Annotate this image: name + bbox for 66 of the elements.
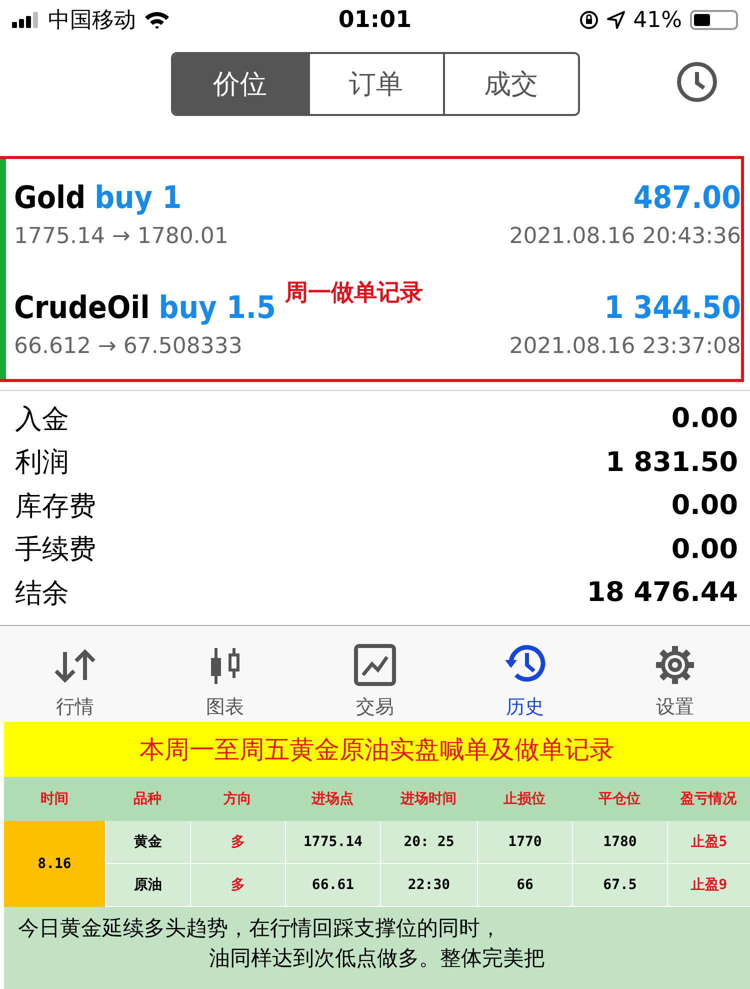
table-cell: 66.61 [285,864,380,907]
table-cell: 1775.14 [285,821,380,864]
battery-icon [690,10,738,30]
column-header: 进场点 [285,777,380,821]
table-cell: 黄金 [105,821,190,864]
deal-symbol: CrudeOil [14,290,150,326]
table-cell: 止盈5 [667,821,750,864]
line-chart-icon [354,644,396,686]
signal-icon [12,12,40,28]
note-text: 油同样达到次低点做多。整体完美把 [209,945,545,972]
note-text: 今日黄金延续多头趋势，在行情回踩支撑位的同时， [17,915,501,942]
tab-bar-item[interactable]: 设置 [600,626,750,722]
deal-symbol: Gold [14,180,86,216]
summary-value: 0.00 [671,490,738,522]
table-cell: 20: 25 [380,821,477,864]
tab-bar-item[interactable]: 交易 [300,626,450,722]
table-cell: 多 [190,864,285,907]
deal-profit: 487.00 [633,180,741,216]
summary-value: 18 476.44 [586,577,738,608]
column-header: 进场时间 [380,777,477,821]
table-cell: 多 [190,821,285,864]
battery-percent: 41% [633,8,682,32]
summary-value: 0.00 [671,534,738,565]
column-header: 品种 [105,777,190,821]
table-cell: 22:30 [380,864,477,907]
deal-side: buy 1 [94,180,182,216]
column-header: 止损位 [477,777,572,821]
deal-profit: 1 344.50 [604,290,741,326]
summary-label: 利润 [15,446,69,480]
column-header: 方向 [190,777,285,821]
table-cell: 8.16 [4,821,105,907]
summary-value: 1 831.50 [606,446,738,478]
segment-tab[interactable]: 成交 [442,54,578,114]
wifi-icon [144,10,170,30]
deal-time: 2021.08.16 20:43:36 [509,224,741,248]
settings-icon [654,644,696,686]
tab-bar-item[interactable]: 行情 [0,626,150,722]
deal-prices: 1775.14 → 1780.01 [14,224,228,248]
summary-value: 0.00 [671,403,738,434]
clock-icon[interactable] [676,61,718,103]
summary-label: 手续费 [15,533,96,568]
summary-label: 库存费 [15,490,96,524]
deal-side: buy 1.5 [158,290,276,326]
column-header: 盈亏情况 [667,777,750,821]
annotation-text: 周一做单记录 [285,279,423,308]
column-header: 平仓位 [572,777,667,821]
location-arrow-icon [607,11,626,29]
tab-bar-item[interactable]: 历史 [450,626,600,722]
table-cell: 原油 [105,864,190,907]
segment-tab[interactable]: 价位 [172,54,308,114]
summary-label: 结余 [15,576,69,611]
table-cell: 66 [477,864,572,907]
table-cell: 1780 [572,821,667,864]
table-cell: 67.5 [572,864,667,907]
rotation-lock-icon [579,10,600,30]
column-header: 时间 [4,777,105,821]
deal-time: 2021.08.16 23:37:08 [509,334,741,358]
summary-label: 入金 [15,402,69,437]
carrier-name: 中国移动 [48,7,136,35]
tab-bar-item[interactable]: 图表 [150,626,300,722]
deal-prices: 66.612 → 67.508333 [14,334,242,358]
candlestick-icon [208,646,242,686]
clock-time: 01:01 [338,7,412,33]
table-cell: 止盈9 [667,864,750,907]
record-title: 本周一至周五黄金原油实盘喊单及做单记录 [4,722,750,777]
table-cell: 1770 [477,821,572,864]
